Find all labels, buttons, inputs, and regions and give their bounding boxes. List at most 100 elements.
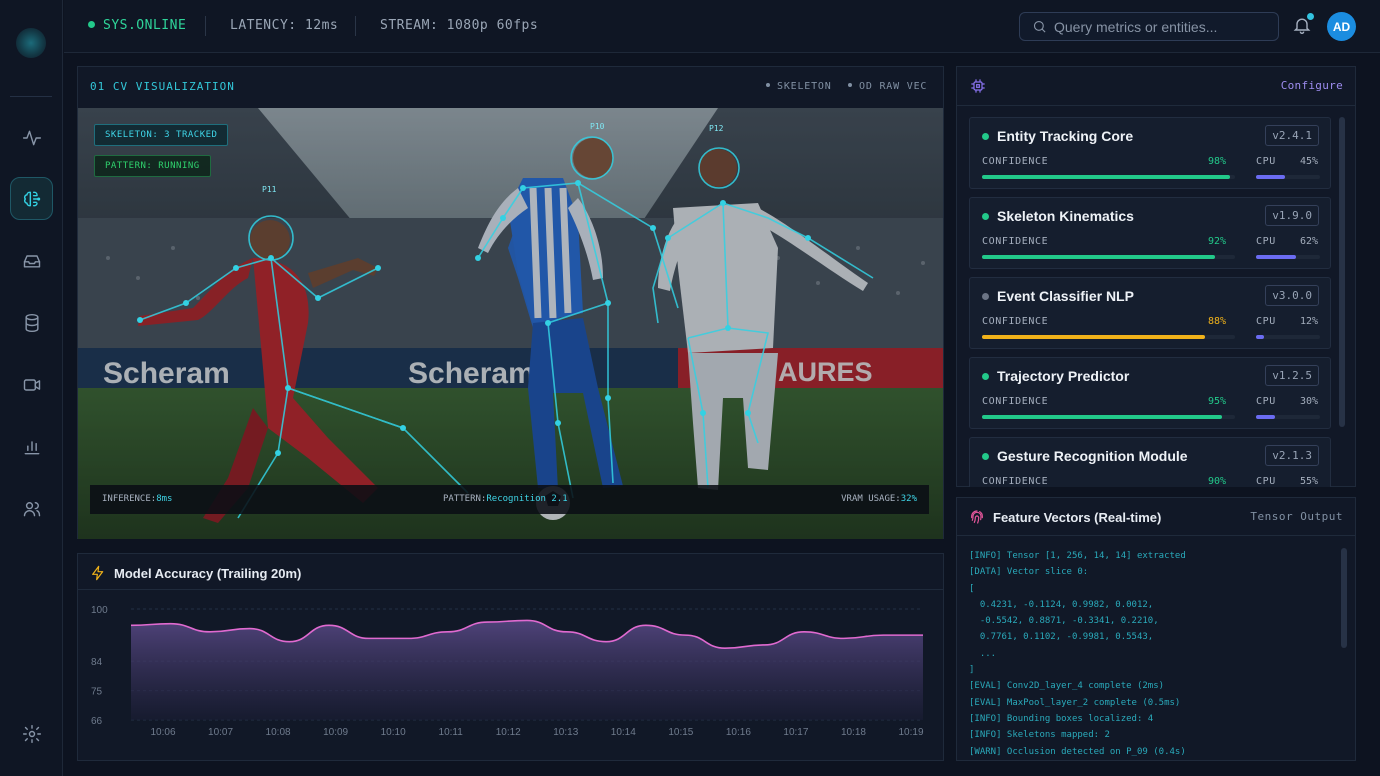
x-tick-label: 10:18 [841, 727, 866, 738]
y-tick-label: 84 [91, 657, 103, 668]
sidebar-item-database[interactable] [10, 301, 53, 344]
confidence-label: CONFIDENCE [982, 316, 1049, 327]
model-card[interactable]: Event Classifier NLP v3.0.0 CONFIDENCE 88% C… [969, 277, 1331, 349]
inference-label: INFERENCE: [102, 494, 157, 504]
tag-od-raw-vec[interactable]: OD RAW VEC [848, 81, 927, 92]
cpu-value: 30% [1300, 396, 1319, 407]
chip-icon [971, 79, 985, 93]
x-tick-label: 10:09 [323, 727, 348, 738]
confidence-bar [982, 335, 1235, 339]
top-bar: SYS.ONLINE LATENCY: 12ms STREAM: 1080p 6… [64, 0, 1380, 53]
status-dot [88, 21, 95, 28]
confidence-label: CONFIDENCE [982, 236, 1049, 247]
search-icon [1033, 20, 1046, 33]
x-tick-label: 10:11 [439, 727, 464, 738]
sidebar-item-analytics[interactable] [10, 425, 53, 468]
avatar[interactable]: AD [1327, 12, 1356, 41]
video-frame: Scheram Scheram AURES P11 P10 P12 SKELET… [78, 108, 943, 539]
configure-link[interactable]: Configure [1281, 79, 1343, 92]
sidebar-item-inbox[interactable] [10, 239, 53, 282]
x-tick-label: 10:19 [898, 727, 923, 738]
cpu-bar-fill [1256, 175, 1285, 179]
player-label-p11: P11 [262, 185, 277, 194]
log-line: 0.7761, 0.1102, -0.9981, 0.5543, [969, 632, 1154, 643]
model-card[interactable]: Skeleton Kinematics v1.9.0 CONFIDENCE 92% CP… [969, 197, 1331, 269]
log-line: [INFO] Skeletons mapped: 2 [969, 730, 1110, 741]
model-name: Entity Tracking Core [997, 128, 1134, 144]
pattern-badge: PATTERN: RUNNING [94, 155, 211, 177]
notifications-button[interactable] [1292, 13, 1314, 37]
confidence-value: 90% [1208, 476, 1227, 487]
skeleton-tracked-badge: SKELETON: 3 TRACKED [94, 124, 229, 146]
sidebar-item-ai-models[interactable] [10, 177, 53, 220]
fingerprint-icon [971, 510, 983, 524]
header-divider [355, 16, 356, 36]
model-name: Trajectory Predictor [997, 368, 1130, 384]
logo [16, 28, 46, 58]
log-line: -0.5542, 0.8871, -0.3341, 0.2210, [969, 616, 1159, 627]
vram-value: 32% [900, 494, 917, 504]
model-status-dot [982, 373, 989, 380]
cpu-bar [1256, 175, 1320, 179]
confidence-value: 88% [1208, 316, 1227, 327]
cv-panel-title: 01 CV VISUALIZATION [90, 80, 235, 93]
models-list: Entity Tracking Core v2.4.1 CONFIDENCE 98% C… [969, 117, 1331, 487]
sidebar-item-settings[interactable] [10, 712, 53, 755]
x-tick-label: 10:06 [150, 727, 175, 738]
log-line: [DATA] Vector slice 0: [969, 567, 1089, 578]
x-tick-label: 10:07 [208, 727, 233, 738]
y-tick-label: 100 [91, 605, 108, 616]
cpu-label: CPU [1256, 156, 1276, 167]
log-line: [INFO] Bounding boxes localized: 4 [969, 713, 1154, 724]
confidence-bar [982, 175, 1235, 179]
confidence-bar [982, 415, 1235, 419]
sidebar-item-video[interactable] [10, 363, 53, 406]
models-scrollbar[interactable] [1339, 117, 1345, 427]
model-card[interactable]: Entity Tracking Core v2.4.1 CONFIDENCE 98% C… [969, 117, 1331, 189]
log-scrollbar[interactable] [1341, 548, 1347, 648]
x-tick-label: 10:10 [381, 727, 406, 738]
log-line: 0.4231, -0.1124, 0.9982, 0.0012, [969, 599, 1154, 610]
tag-skeleton[interactable]: SKELETON [766, 81, 832, 92]
inference-value: 8ms [156, 494, 173, 504]
search-box[interactable] [1019, 12, 1279, 41]
model-version: v3.0.0 [1265, 285, 1319, 306]
confidence-bar-fill [982, 415, 1223, 419]
y-tick-label: 75 [91, 687, 103, 698]
x-tick-label: 10:14 [611, 727, 636, 738]
confidence-bar [982, 255, 1235, 259]
player-label-p10: P10 [590, 122, 605, 131]
accuracy-header: Model Accuracy (Trailing 20m) [90, 565, 301, 581]
tensor-output-label: Tensor Output [1250, 510, 1343, 523]
latency-readout: LATENCY: 12ms [230, 18, 339, 33]
cpu-bar-fill [1256, 415, 1276, 419]
confidence-bar-fill [982, 335, 1205, 339]
cpu-value: 55% [1300, 476, 1319, 487]
model-card[interactable]: Trajectory Predictor v1.2.5 CONFIDENCE 95% C… [969, 357, 1331, 429]
model-card[interactable]: Gesture Recognition Module v2.1.3 CONFIDEN… [969, 437, 1331, 487]
sidebar-item-activity[interactable] [10, 116, 53, 159]
brain-icon [23, 191, 40, 206]
model-name: Event Classifier NLP [997, 288, 1134, 304]
search-input[interactable] [1054, 18, 1274, 35]
x-tick-label: 10:17 [783, 727, 808, 738]
x-tick-label: 10:13 [553, 727, 578, 738]
inference-footer: INFERENCE:8ms PATTERN:Recognition 2.1 VR… [90, 485, 929, 514]
feature-vectors-header: Feature Vectors (Real-time) [969, 509, 1161, 525]
model-name: Skeleton Kinematics [997, 208, 1134, 224]
log-line: [EVAL] Conv2D_layer_4 complete (2ms) [969, 681, 1165, 692]
sidebar-divider [10, 96, 52, 97]
sidebar-item-users[interactable] [10, 487, 53, 530]
cpu-bar [1256, 255, 1320, 259]
model-version: v2.4.1 [1265, 125, 1319, 146]
accuracy-title: Model Accuracy (Trailing 20m) [114, 565, 302, 581]
cpu-value: 12% [1300, 316, 1319, 327]
model-status-dot [982, 213, 989, 220]
x-tick-label: 10:15 [668, 727, 693, 738]
pattern-label: PATTERN: [443, 494, 487, 504]
log-line: [EVAL] MaxPool_layer_2 complete (0.5ms) [969, 697, 1181, 708]
model-status-dot [982, 293, 989, 300]
cpu-label: CPU [1256, 316, 1276, 327]
log-line: [WARN] Occlusion detected on P_09 (0.4s) [969, 746, 1186, 757]
model-accuracy-panel: Model Accuracy (Trailing 20m) 100 84 75 66 1… [77, 553, 944, 761]
